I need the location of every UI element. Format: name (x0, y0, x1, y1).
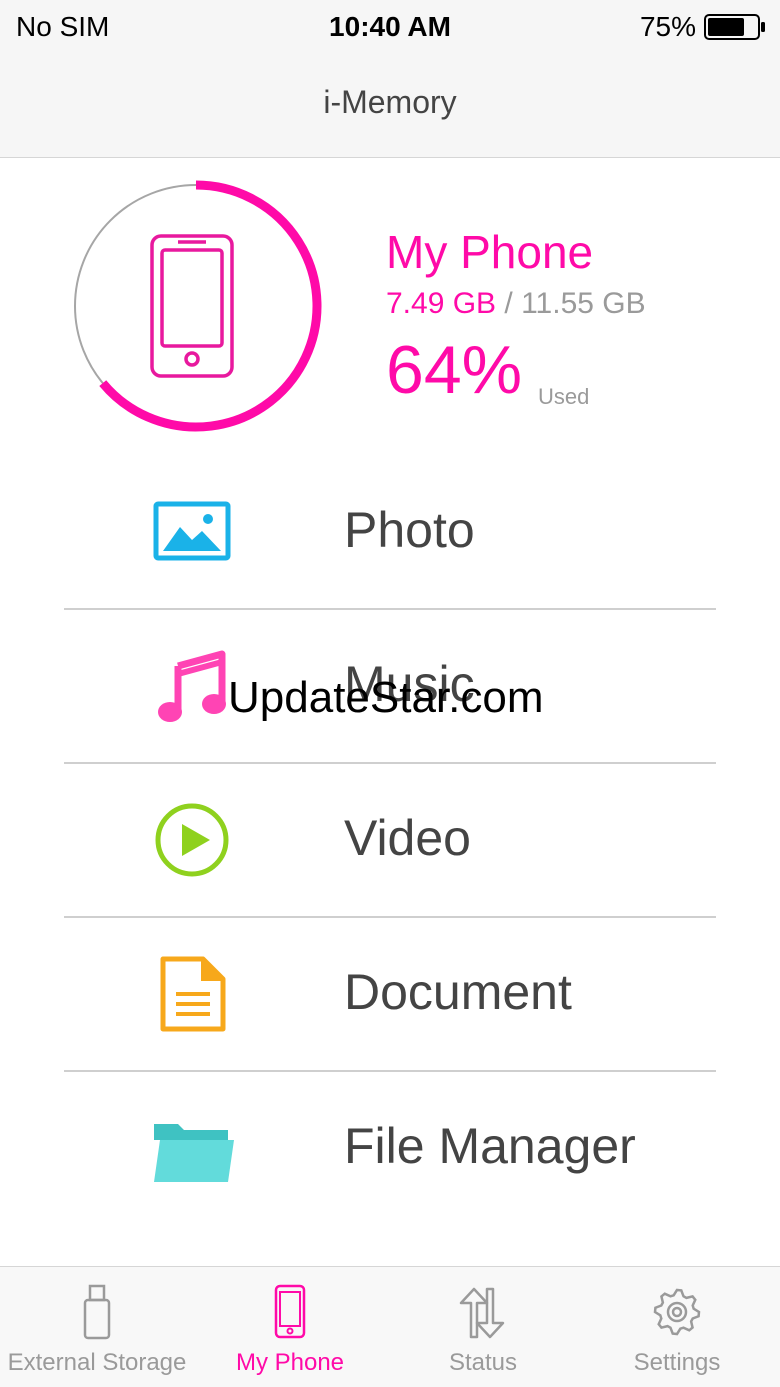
usage-percentage: 64% (386, 332, 523, 408)
tab-status[interactable]: Status (386, 1267, 580, 1387)
usage-percentage-row: 64% Used (386, 330, 766, 410)
play-circle-icon (155, 803, 229, 877)
document-icon (160, 956, 226, 1032)
size-separator: / (496, 287, 522, 320)
tab-external-storage[interactable]: External Storage (0, 1267, 194, 1387)
menu-item-photo[interactable]: Photo (0, 456, 780, 610)
storage-size: 7.49 GB / 11.55 GB (386, 284, 766, 324)
menu-item-label: File Manager (344, 1118, 636, 1174)
total-space: 11.55 GB (521, 287, 646, 320)
status-bar: No SIM 10:40 AM 75% (0, 0, 780, 54)
photo-icon (153, 501, 231, 561)
tab-label: Settings (633, 1349, 721, 1376)
battery-percentage: 75% (639, 11, 696, 42)
tab-label: Status (448, 1349, 518, 1376)
usage-percentage-label: Used (538, 384, 590, 409)
menu-item-label: Photo (344, 502, 475, 558)
tab-label: My Phone (235, 1349, 345, 1376)
tab-label: External Storage (7, 1349, 187, 1376)
storage-name: My Phone (386, 226, 594, 278)
tab-bar: External Storage My Phone Status Setting… (0, 1266, 780, 1387)
tab-my-phone[interactable]: My Phone (194, 1267, 386, 1387)
usb-drive-icon (83, 1284, 111, 1340)
menu-item-label: Video (344, 810, 471, 866)
folder-icon (154, 1124, 234, 1182)
storage-summary: My Phone 7.49 GB / 11.55 GB 64% Used (386, 224, 766, 410)
battery-icon (704, 14, 765, 40)
menu-item-document[interactable]: Document (0, 918, 780, 1072)
menu-item-file-manager[interactable]: File Manager (0, 1072, 780, 1226)
storage-usage-ring (74, 180, 322, 432)
category-menu: Photo Music Video Document File Manager (0, 456, 780, 1226)
phone-icon (150, 234, 234, 378)
menu-item-label: Document (344, 964, 572, 1020)
phone-icon (274, 1284, 306, 1339)
music-note-icon (158, 650, 226, 722)
menu-item-video[interactable]: Video (0, 764, 780, 918)
page-title: i-Memory (323, 84, 457, 120)
used-space: 7.49 GB (386, 287, 497, 320)
transfer-arrows-icon (459, 1287, 505, 1339)
tab-settings[interactable]: Settings (580, 1267, 774, 1387)
navigation-bar: i-Memory (0, 54, 780, 158)
gear-icon (653, 1288, 701, 1336)
watermark-text: UpdateStar.com (228, 673, 544, 722)
